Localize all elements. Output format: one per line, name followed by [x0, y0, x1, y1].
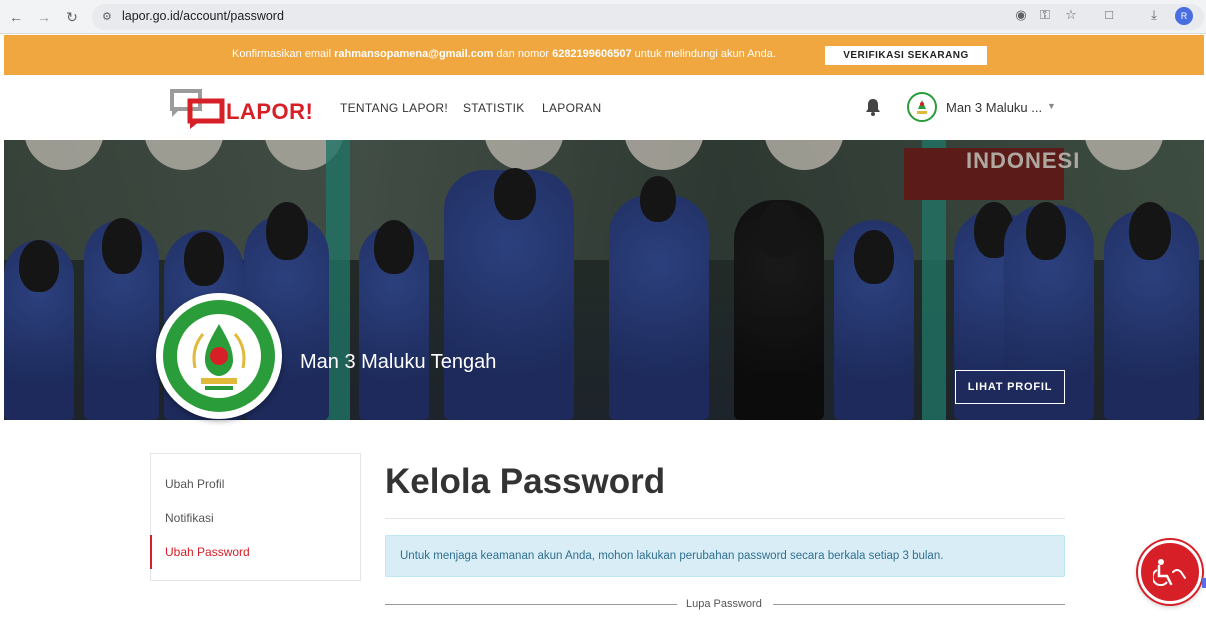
accessibility-help-icon	[1153, 559, 1186, 586]
nav-tentang-lapor[interactable]: TENTANG LAPOR!	[340, 101, 448, 115]
arrow-left-icon[interactable]: ←	[6, 7, 26, 27]
reload-icon[interactable]: ↻	[62, 7, 82, 27]
section-divider-label: Lupa Password	[686, 598, 762, 610]
side-tab[interactable]	[1202, 578, 1206, 588]
page-title: Kelola Password	[385, 462, 666, 501]
arrow-right-icon[interactable]: →	[34, 7, 54, 27]
key-icon[interactable]: ⚿	[1036, 7, 1054, 23]
divider-left	[385, 604, 677, 605]
bell-icon[interactable]	[863, 97, 883, 117]
verify-now-button[interactable]: VERIFIKASI SEKARANG	[825, 46, 987, 65]
accessibility-help-button[interactable]	[1138, 540, 1202, 604]
email-verification-notice: Konfirmasikan email rahmansopamena@gmail…	[4, 35, 1204, 75]
star-icon[interactable]: ☆	[1062, 7, 1080, 23]
download-icon[interactable]: ⤓	[1145, 7, 1163, 23]
profile-name: Man 3 Maluku Tengah	[300, 351, 497, 373]
divider-right	[773, 604, 1065, 605]
active-indicator	[150, 535, 152, 569]
profile-emblem	[156, 293, 282, 419]
lapor-logo[interactable]: LAPOR!	[170, 85, 314, 129]
puzzle-icon[interactable]: □	[1100, 7, 1118, 22]
madrasah-emblem-icon	[163, 300, 275, 412]
location-icon[interactable]: ◉	[1012, 7, 1030, 23]
notice-email: rahmansopamena@gmail.com	[334, 48, 494, 60]
browser-profile-avatar[interactable]: R	[1175, 7, 1193, 25]
sidebar-item-ubah-password[interactable]: Ubah Password	[165, 545, 250, 559]
browser-toolbar: ← → ↻ ⚙ lapor.go.id/account/password ◉ ⚿…	[0, 0, 1206, 34]
sidebar-item-ubah-profil[interactable]: Ubah Profil	[165, 477, 224, 491]
info-alert-text: Untuk menjaga keamanan akun Anda, mohon …	[400, 550, 944, 562]
url-text[interactable]: lapor.go.id/account/password	[122, 9, 284, 23]
lapor-logo-mark-icon	[170, 89, 225, 129]
sidebar-item-notifikasi[interactable]: Notifikasi	[165, 511, 214, 525]
school-emblem-icon	[910, 95, 934, 119]
title-divider	[385, 518, 1065, 519]
view-profile-button[interactable]: LIHAT PROFIL	[955, 370, 1065, 404]
user-name-dropdown[interactable]: Man 3 Maluku ...	[946, 100, 1042, 115]
notice-phone: 6282199606507	[552, 48, 632, 60]
account-sidebar: Ubah Profil Notifikasi Ubah Password	[150, 453, 361, 581]
site-header: LAPOR! TENTANG LAPOR! STATISTIK LAPORAN …	[0, 75, 1206, 140]
nav-laporan[interactable]: LAPORAN	[542, 101, 601, 115]
user-avatar[interactable]	[907, 92, 937, 122]
tune-icon[interactable]: ⚙	[102, 10, 112, 23]
chevron-down-icon[interactable]: ▼	[1047, 101, 1056, 111]
logo-text: LAPOR!	[226, 99, 314, 124]
info-alert: Untuk menjaga keamanan akun Anda, mohon …	[385, 535, 1065, 577]
nav-statistik[interactable]: STATISTIK	[463, 101, 525, 115]
notice-text: Konfirmasikan email rahmansopamena@gmail…	[232, 48, 776, 60]
